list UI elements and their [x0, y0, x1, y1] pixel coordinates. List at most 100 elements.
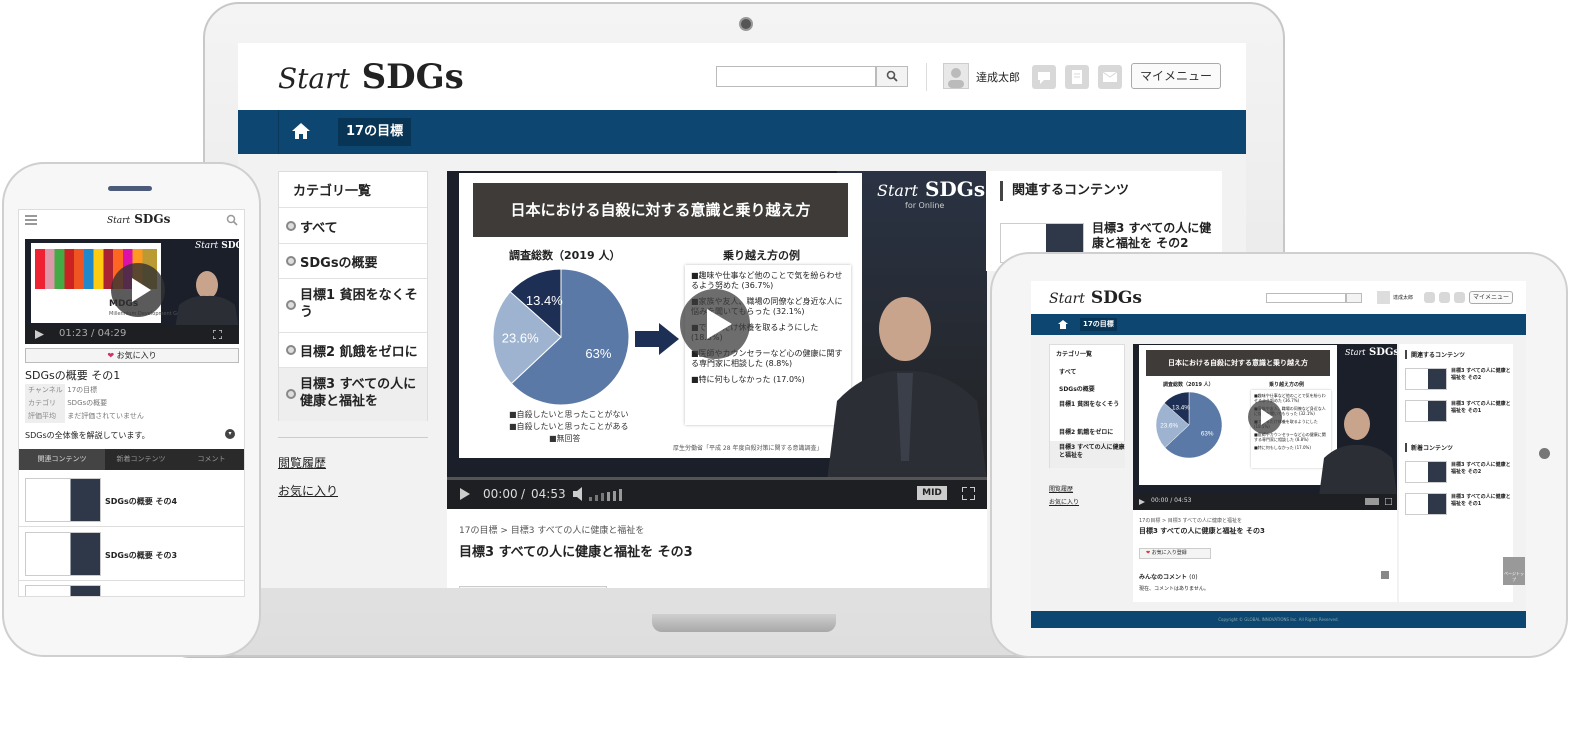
tablet-user-name[interactable]: 達成太郎: [1393, 294, 1413, 301]
tablet-screen: Start SDGs 達成太郎 マイメニュー 17の目標 カテゴリ一覧 すべて …: [1031, 281, 1526, 628]
tablet-related-item[interactable]: 目標3 すべての人に健康と福祉を その2: [1451, 368, 1511, 382]
breadcrumb-item[interactable]: 目標3 すべての人に健康と福祉を: [511, 526, 645, 536]
example-item: ■特に何もしなかった (17.0%): [691, 375, 805, 384]
phone-overlay-logo: Start SDGs: [195, 241, 239, 251]
home-icon[interactable]: [291, 122, 313, 142]
phone-play-overlay-button[interactable]: [111, 263, 165, 317]
phone-fullscreen-icon[interactable]: [213, 330, 222, 339]
sidebar-item-label: 目標3 すべての人に健康と福祉を: [300, 377, 417, 409]
phone-play-icon[interactable]: [35, 330, 44, 339]
phone-search-icon[interactable]: [226, 214, 238, 226]
tablet-nav-tab[interactable]: 17の目標: [1080, 318, 1117, 331]
progress-track[interactable]: [447, 477, 987, 480]
phone-list-item[interactable]: SDGsの概要 その4: [19, 474, 244, 527]
search-input[interactable]: [716, 66, 876, 87]
laptop-camera: [739, 17, 753, 31]
tablet-related-thumbnail[interactable]: [1405, 400, 1447, 422]
sidebar-item-overview[interactable]: SDGsの概要: [279, 243, 427, 278]
sidebar-item-label: 目標2 飢餓をゼロに: [300, 345, 418, 360]
heart-icon: ❤: [107, 351, 115, 360]
tablet-home-icon[interactable]: [1058, 320, 1068, 329]
tablet-new-item[interactable]: 目標3 すべての人に健康と福祉を その2: [1451, 462, 1511, 476]
phone-list-title: SDGsの概要 その4: [105, 497, 178, 506]
phone-presenter-figure: [175, 271, 239, 329]
phone-tabs: 関連コンテンツ 新着コンテンツ コメント: [19, 449, 244, 470]
document-icon[interactable]: [1065, 65, 1089, 89]
tablet-sidebar-item[interactable]: 目標1 貧困をなくそう: [1059, 401, 1121, 409]
quality-button[interactable]: MID: [917, 486, 947, 500]
bullet-icon: [286, 389, 296, 399]
tablet-related-item[interactable]: 目標3 すべての人に健康と福祉を その1: [1451, 401, 1511, 415]
tablet-search-icon[interactable]: [1346, 293, 1362, 303]
tablet-pagetop-button[interactable]: ページトップ: [1503, 557, 1525, 585]
tablet-avatar-icon[interactable]: [1377, 291, 1390, 304]
related-item-title[interactable]: 目標3 すべての人に健康と福祉を その2: [1092, 221, 1217, 251]
favorite-button-partial[interactable]: [459, 586, 607, 588]
tablet-camera: [1539, 448, 1550, 459]
tablet-video-player[interactable]: 日本における自殺に対する意識と乗り越え方 調査総数（2019 人） 乗り越え方の…: [1133, 344, 1397, 510]
user-avatar-icon[interactable]: [943, 63, 969, 89]
favorites-link[interactable]: お気に入り: [278, 482, 338, 499]
tablet-sidebar-item[interactable]: SDGsの概要: [1059, 384, 1095, 393]
tablet-favorites-link[interactable]: お気に入り: [1049, 497, 1079, 506]
mail-icon[interactable]: [1098, 65, 1122, 89]
phone-list-item[interactable]: SDGsの概要 その3: [19, 528, 244, 581]
tablet-sidebar-item[interactable]: 目標3 すべての人に健康と福祉を: [1050, 441, 1125, 468]
tablet-comment-icon[interactable]: [1424, 292, 1435, 303]
tablet-time: 00:00 / 04:53: [1151, 497, 1192, 504]
tablet-play-icon[interactable]: [1139, 499, 1145, 505]
pie-slice-label: 13.4%: [526, 293, 563, 308]
search-button[interactable]: [876, 66, 908, 87]
header-divider: [926, 63, 927, 91]
breadcrumb-item[interactable]: 17の目標: [459, 526, 497, 536]
volume-icon[interactable]: [573, 487, 643, 501]
tablet-search-input[interactable]: [1266, 293, 1346, 303]
pie-chart: 63% 23.6% 13.4%: [492, 268, 630, 406]
tablet-logo[interactable]: Start SDGs: [1049, 288, 1142, 308]
tablet-new-item[interactable]: 目標3 すべての人に健康と福祉を その1: [1451, 494, 1511, 508]
tablet-my-menu-button[interactable]: マイメニュー: [1469, 291, 1513, 304]
video-player[interactable]: 日本における自殺に対する意識と乗り越え方 調査総数（2019 人） 乗り越え方の…: [447, 171, 987, 509]
content-title: 目標3 すべての人に健康と福祉を その3: [459, 545, 693, 560]
user-name[interactable]: 達成太郎: [976, 69, 1020, 85]
phone-menu-icon[interactable]: [25, 215, 37, 225]
phone-logo[interactable]: Start SDGs: [107, 212, 170, 226]
tablet-pie-title: 調査総数（2019 人）: [1163, 382, 1214, 388]
fullscreen-icon[interactable]: [962, 487, 975, 500]
tablet-play-overlay-button[interactable]: [1248, 400, 1282, 434]
play-icon[interactable]: [459, 488, 471, 500]
history-link[interactable]: 閲覧履歴: [278, 454, 326, 471]
sidebar-item-goal2[interactable]: 目標2 飢餓をゼロに: [279, 332, 427, 367]
tablet-sidebar-item[interactable]: すべて: [1059, 367, 1076, 376]
sidebar-item-label: すべて: [300, 221, 338, 236]
phone-tab-new[interactable]: 新着コンテンツ: [105, 449, 177, 470]
play-overlay-button[interactable]: [680, 289, 750, 359]
phone-favorite-button[interactable]: ❤ お気に入り: [25, 348, 239, 363]
tablet-mail-icon[interactable]: [1454, 292, 1465, 303]
phone-video-player[interactable]: MDGs Millennium Development Goals Start …: [25, 239, 239, 344]
chevron-down-icon[interactable]: ▾: [225, 429, 235, 439]
comment-icon[interactable]: [1032, 65, 1056, 89]
sidebar-item-all[interactable]: すべて: [279, 207, 427, 243]
tablet-history-link[interactable]: 閲覧履歴: [1049, 484, 1073, 493]
tablet-quality-button[interactable]: [1365, 498, 1379, 505]
sidebar-item-goal1[interactable]: 目標1 貧困をなくそう: [279, 278, 427, 332]
legend-item: ■無回答: [549, 434, 581, 443]
tablet-comment-toggle[interactable]: [1381, 571, 1389, 579]
phone-tab-comment[interactable]: コメント: [177, 449, 244, 470]
my-menu-button[interactable]: マイメニュー: [1131, 63, 1221, 89]
phone-tab-related[interactable]: 関連コンテンツ: [19, 449, 105, 470]
tablet-fullscreen-icon[interactable]: [1385, 498, 1392, 505]
tablet-sidebar-item[interactable]: 目標2 飢餓をゼロに: [1059, 427, 1113, 436]
tablet-related-thumbnail[interactable]: [1405, 368, 1447, 390]
tablet-document-icon[interactable]: [1439, 292, 1450, 303]
overlay-sub: for Online: [905, 201, 945, 210]
tablet-related-title: 関連するコンテンツ: [1405, 350, 1465, 359]
site-logo[interactable]: Start SDGs: [278, 57, 464, 97]
legend-item: ■自殺したいと思ったことがない: [509, 410, 629, 419]
tablet-new-thumbnail[interactable]: [1405, 493, 1447, 515]
tablet-new-thumbnail[interactable]: [1405, 461, 1447, 483]
tablet-favorite-button[interactable]: ❤ お気に入り登録: [1139, 548, 1211, 559]
nav-tab-17goals[interactable]: 17の目標: [338, 118, 412, 146]
sidebar-item-goal3[interactable]: 目標3 すべての人に健康と福祉を: [279, 367, 427, 421]
